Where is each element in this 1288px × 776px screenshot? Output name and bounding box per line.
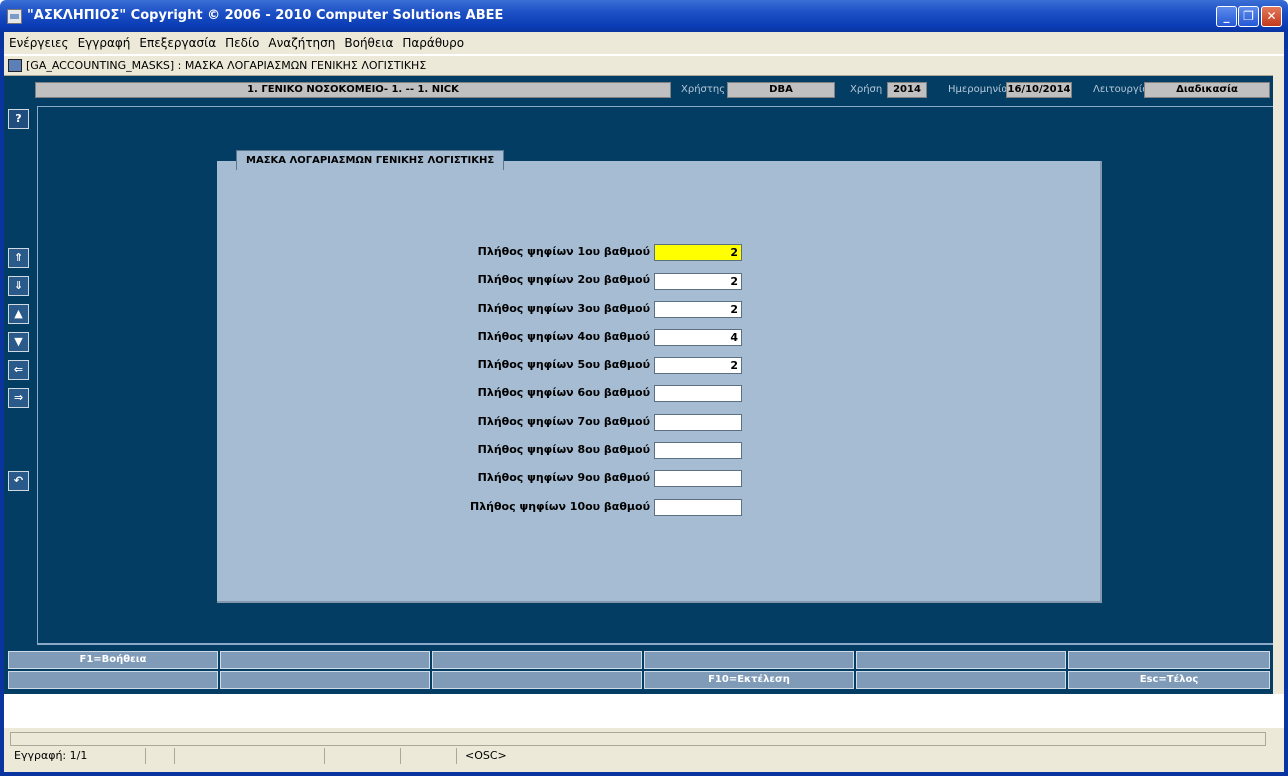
fkey-row2-slot5[interactable] xyxy=(856,671,1066,689)
status-cell-2 xyxy=(146,748,175,764)
window-title-bar: "ΑΣΚΛΗΠΙΟΣ" Copyright © 2006 - 2010 Comp… xyxy=(0,0,1288,32)
window-title: "ΑΣΚΛΗΠΙΟΣ" Copyright © 2006 - 2010 Comp… xyxy=(27,8,504,23)
status-cell-3 xyxy=(175,748,325,764)
status-cell-4 xyxy=(325,748,401,764)
menu-field[interactable]: Πεδίο xyxy=(225,36,259,50)
fkey-row2-slot1[interactable] xyxy=(8,671,218,689)
level-6-digits-label: Πλήθος ψηφίων 6ου βαθμού xyxy=(477,386,650,399)
date-label: Ημερομηνία xyxy=(948,84,1009,95)
first-record-button[interactable]: ⇑ xyxy=(8,248,29,268)
form-window-title-bar: [GA_ACCOUNTING_MASKS] : ΜΑΣΚΑ ΛΟΓΑΡΙΑΣΜΩ… xyxy=(4,56,1273,76)
window-frame-right xyxy=(1284,32,1288,776)
header-strip: 1. ΓΕΝΙΚΟ ΝΟΣΟΚΟΜΕΙΟ- 1. -- 1. NICK Χρήσ… xyxy=(4,78,1273,102)
message-line xyxy=(10,732,1266,746)
help-icon-button[interactable]: ? xyxy=(8,109,29,129)
mode-indicator: <OSC> xyxy=(465,749,507,762)
level-5-digits-input[interactable]: 2 xyxy=(654,357,742,374)
fkey-row1-slot3[interactable] xyxy=(432,651,642,669)
fkey-row1-slot5[interactable] xyxy=(856,651,1066,669)
lower-blank-area xyxy=(4,694,1284,730)
menu-bar: Ενέργειες Εγγραφή Επεξεργασία Πεδίο Αναζ… xyxy=(4,32,1284,54)
level-4-digits-input[interactable]: 4 xyxy=(654,329,742,346)
window-frame-bottom xyxy=(0,772,1288,776)
user-label: Χρήστης xyxy=(681,84,726,95)
level-1-digits-input[interactable]: 2 xyxy=(654,244,742,261)
menu-help[interactable]: Βοήθεια xyxy=(344,36,393,50)
form-window-title: [GA_ACCOUNTING_MASKS] : ΜΑΣΚΑ ΛΟΓΑΡΙΑΣΜΩ… xyxy=(26,59,427,72)
level-4-digits-label: Πλήθος ψηφίων 4ου βαθμού xyxy=(477,330,650,343)
year-field: 2014 xyxy=(887,82,927,98)
fkey-row1-slot4[interactable] xyxy=(644,651,854,669)
vertical-scrollbar[interactable] xyxy=(1273,56,1284,696)
function-field: Διαδικασία xyxy=(1144,82,1270,98)
record-counter: Εγγραφή: 1/1 xyxy=(10,748,146,764)
level-3-digits-input[interactable]: 2 xyxy=(654,301,742,318)
year-label: Χρήση xyxy=(850,84,883,95)
level-8-digits-label: Πλήθος ψηφίων 8ου βαθμού xyxy=(477,443,650,456)
level-7-digits-input[interactable] xyxy=(654,414,742,431)
level-9-digits-label: Πλήθος ψηφίων 9ου βαθμού xyxy=(477,471,650,484)
menu-search[interactable]: Αναζήτηση xyxy=(268,36,335,50)
level-10-digits-input[interactable] xyxy=(654,499,742,516)
panel-title: ΜΑΣΚΑ ΛΟΓΑΡΙΑΣΜΩΝ ΓΕΝΙΚΗΣ ΛΟΓΙΣΤΙΚΗΣ xyxy=(236,150,505,170)
level-1-digits-label: Πλήθος ψηφίων 1ου βαθμού xyxy=(477,245,650,258)
level-9-digits-input[interactable] xyxy=(654,470,742,487)
fkey-row1-slot2[interactable] xyxy=(220,651,430,669)
form-icon xyxy=(8,59,22,72)
maximize-button[interactable]: ❐ xyxy=(1238,6,1259,27)
level-2-digits-input[interactable]: 2 xyxy=(654,273,742,290)
next-record-button[interactable]: ▼ xyxy=(8,332,29,352)
undo-button[interactable]: ↶ xyxy=(8,471,29,491)
last-record-button[interactable]: ⇓ xyxy=(8,276,29,296)
f10-execute-button[interactable]: F10=Εκτέλεση xyxy=(644,671,854,689)
fkey-row2-slot2[interactable] xyxy=(220,671,430,689)
level-3-digits-label: Πλήθος ψηφίων 3ου βαθμού xyxy=(477,302,650,315)
f1-help-button[interactable]: F1=Βοήθεια xyxy=(8,651,218,669)
organization-field: 1. ΓΕΝΙΚΟ ΝΟΣΟΚΟΜΕΙΟ- 1. -- 1. NICK xyxy=(35,82,671,98)
user-field: DBA xyxy=(727,82,835,98)
app-icon xyxy=(7,9,22,24)
menu-window[interactable]: Παράθυρο xyxy=(402,36,464,50)
close-button[interactable]: ✕ xyxy=(1261,6,1282,27)
esc-exit-button[interactable]: Esc=Τέλος xyxy=(1068,671,1270,689)
previous-field-button[interactable]: ⇐ xyxy=(8,360,29,380)
level-6-digits-input[interactable] xyxy=(654,385,742,402)
fkey-row1-slot6[interactable] xyxy=(1068,651,1270,669)
level-7-digits-label: Πλήθος ψηφίων 7ου βαθμού xyxy=(477,415,650,428)
level-8-digits-input[interactable] xyxy=(654,442,742,459)
menu-actions[interactable]: Ενέργειες xyxy=(9,36,69,50)
next-field-button[interactable]: ⇒ xyxy=(8,388,29,408)
menu-edit[interactable]: Επεξεργασία xyxy=(139,36,216,50)
level-5-digits-label: Πλήθος ψηφίων 5ου βαθμού xyxy=(477,358,650,371)
level-2-digits-label: Πλήθος ψηφίων 2ου βαθμού xyxy=(477,273,650,286)
level-10-digits-label: Πλήθος ψηφίων 10ου βαθμού xyxy=(470,500,650,513)
minimize-button[interactable]: _ xyxy=(1216,6,1237,27)
previous-record-button[interactable]: ▲ xyxy=(8,304,29,324)
function-label: Λειτουργία xyxy=(1093,84,1149,95)
status-cell-5 xyxy=(401,748,457,764)
menu-record[interactable]: Εγγραφή xyxy=(78,36,131,50)
accounting-mask-panel xyxy=(217,161,1102,603)
fkey-row2-slot3[interactable] xyxy=(432,671,642,689)
date-field: 16/10/2014 xyxy=(1006,82,1072,98)
